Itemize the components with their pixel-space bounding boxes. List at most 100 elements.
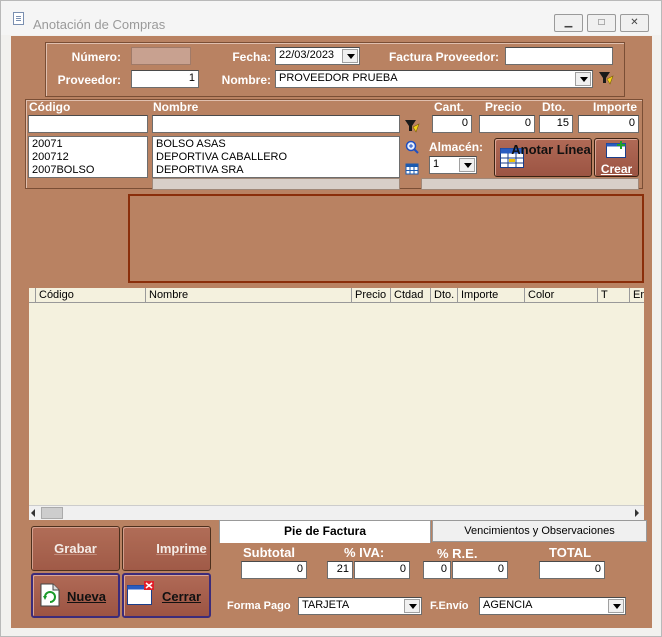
codigo-input[interactable] <box>28 115 148 133</box>
numero-field <box>131 47 191 65</box>
list-item[interactable]: DEPORTIVA CABALLERO <box>156 151 396 164</box>
nombre-list[interactable]: BOLSO ASAS DEPORTIVA CABALLERO DEPORTIVA… <box>152 136 400 178</box>
zoom-icon[interactable] <box>405 140 419 154</box>
horizontal-scrollbar[interactable] <box>29 505 644 520</box>
minimize-icon: ▁ <box>564 17 573 28</box>
table-icon[interactable] <box>405 162 419 176</box>
document-icon <box>13 12 24 25</box>
close-button[interactable]: ✕ <box>620 14 649 32</box>
window: Anotación de Compras ▁ □ ✕ Número: Fecha… <box>0 0 662 637</box>
fecha-field[interactable]: 22/03/2023 <box>275 47 360 65</box>
maximize-icon: □ <box>598 17 605 28</box>
col-precio[interactable]: Precio <box>351 288 390 303</box>
re-pct-field[interactable]: 0 <box>423 561 451 579</box>
precio-input[interactable]: 0 <box>479 115 535 133</box>
almacen-label: Almacén: <box>429 140 484 154</box>
factura-field[interactable] <box>505 47 613 65</box>
entry-nombre-label: Nombre <box>153 100 199 114</box>
factura-label: Factura Proveedor: <box>388 50 499 64</box>
imprime-label: Imprime <box>156 541 207 556</box>
col-ctdad[interactable]: Ctdad <box>390 288 430 303</box>
nueva-button[interactable]: Nueva <box>31 573 120 618</box>
forma-pago-value: TARJETA <box>302 599 350 611</box>
dto-input[interactable]: 15 <box>539 115 573 133</box>
proveedor-nombre-value: PROVEEDOR PRUEBA <box>279 72 398 84</box>
grabar-label: Grabar <box>54 541 97 556</box>
cant-input[interactable]: 0 <box>432 115 472 133</box>
fecha-label: Fecha: <box>232 50 271 64</box>
almacen-combo[interactable]: 1 <box>429 156 477 174</box>
cerrar-label: Cerrar <box>161 589 202 604</box>
cant-label: Cant. <box>434 100 464 114</box>
dto-label: Dto. <box>542 100 566 114</box>
chevron-down-icon[interactable] <box>575 72 591 86</box>
subtotal-label: Subtotal <box>243 545 295 560</box>
chevron-down-icon[interactable] <box>459 158 475 172</box>
chevron-down-icon[interactable] <box>404 599 420 613</box>
iva-value-field: 0 <box>354 561 410 579</box>
col-er[interactable]: Er <box>629 288 644 303</box>
info-frame <box>128 194 644 283</box>
list-item[interactable]: 2007BOLSO <box>32 164 144 177</box>
envio-value: AGENCIA <box>483 599 533 611</box>
importe-input[interactable]: 0 <box>578 115 639 133</box>
list-footer-right <box>421 178 639 190</box>
list-item[interactable]: BOLSO ASAS <box>156 138 396 151</box>
col-nombre[interactable]: Nombre <box>145 288 351 303</box>
minimize-button[interactable]: ▁ <box>554 14 583 32</box>
list-item[interactable]: 200712 <box>32 151 144 164</box>
filter-icon[interactable] <box>404 118 420 134</box>
re-label: % R.E. <box>437 546 478 561</box>
forma-pago-combo[interactable]: TARJETA <box>298 597 422 615</box>
proveedor-field[interactable]: 1 <box>131 70 199 88</box>
scroll-left-icon[interactable] <box>31 509 35 517</box>
new-window-icon <box>606 141 626 158</box>
chevron-down-icon[interactable] <box>342 49 358 63</box>
nombre-input[interactable] <box>152 115 400 133</box>
nueva-label: Nueva <box>66 589 107 604</box>
importe-label: Importe <box>593 100 638 114</box>
forma-pago-label: Forma Pago <box>227 600 291 612</box>
total-field: 0 <box>539 561 605 579</box>
proveedor-nombre-combo[interactable]: PROVEEDOR PRUEBA <box>275 70 593 88</box>
codigo-label: Código <box>29 100 71 114</box>
almacen-value: 1 <box>433 158 440 170</box>
imprime-button[interactable]: Imprime <box>122 526 211 571</box>
crear-button[interactable]: Crear <box>594 138 639 177</box>
list-item[interactable]: 20071 <box>32 138 144 151</box>
scroll-thumb[interactable] <box>41 507 63 519</box>
window-title: Anotación de Compras <box>33 17 166 32</box>
grabar-button[interactable]: Grabar <box>31 526 120 571</box>
col-color[interactable]: Color <box>524 288 597 303</box>
anotar-linea-button[interactable]: Anotar Línea <box>494 138 592 177</box>
fecha-value: 22/03/2023 <box>279 49 335 61</box>
title-bar[interactable]: Anotación de Compras ▁ □ ✕ <box>1 1 661 35</box>
scroll-right-icon[interactable] <box>635 509 639 517</box>
maximize-button[interactable]: □ <box>587 14 616 32</box>
col-importe[interactable]: Importe <box>457 288 524 303</box>
iva-label: % IVA: <box>344 545 385 560</box>
envio-label: F.Envío <box>430 600 469 612</box>
subtotal-field: 0 <box>241 561 307 579</box>
grid-header: Código Nombre Precio Ctdad Dto. Importe … <box>29 288 644 303</box>
total-label: TOTAL <box>549 545 592 560</box>
chevron-down-icon[interactable] <box>608 599 624 613</box>
numero-label: Número: <box>71 50 121 64</box>
col-t[interactable]: T <box>597 288 629 303</box>
tab-vencimientos[interactable]: Vencimientos y Observaciones <box>432 520 647 542</box>
precio-label: Precio <box>485 100 522 114</box>
grid-body[interactable] <box>29 303 644 505</box>
col-codigo[interactable]: Código <box>35 288 145 303</box>
anotar-linea-label: Anotar Línea <box>511 142 591 157</box>
proveedor-label: Proveedor: <box>57 73 121 87</box>
tab-pie-factura[interactable]: Pie de Factura <box>219 520 431 543</box>
crear-label: Crear <box>600 162 633 176</box>
iva-pct-field[interactable]: 21 <box>327 561 353 579</box>
envio-combo[interactable]: AGENCIA <box>479 597 626 615</box>
codigo-list[interactable]: 20071 200712 2007BOLSO <box>28 136 148 178</box>
cerrar-button[interactable]: Cerrar <box>122 573 211 618</box>
filter-icon[interactable] <box>598 70 614 86</box>
col-dto[interactable]: Dto. <box>430 288 457 303</box>
re-value-field: 0 <box>452 561 508 579</box>
list-item[interactable]: DEPORTIVA SRA <box>156 164 396 177</box>
